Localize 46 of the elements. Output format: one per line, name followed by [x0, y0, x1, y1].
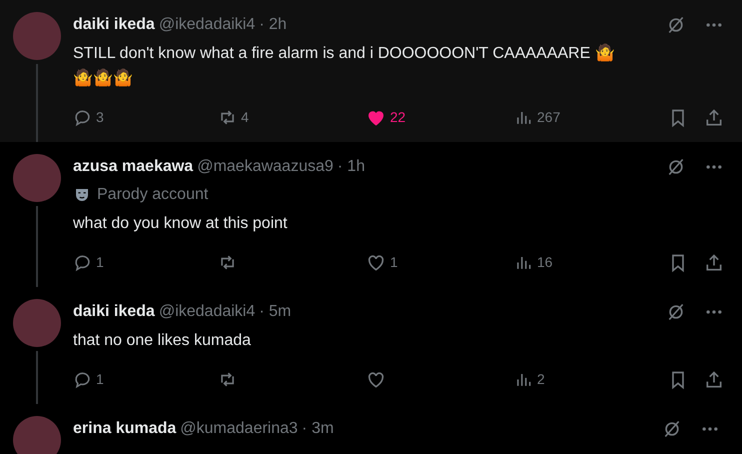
count: 267	[537, 108, 560, 127]
count: 16	[537, 253, 553, 272]
user-handle[interactable]: @ikedadaiki4	[158, 15, 256, 35]
mask-icon	[73, 186, 91, 204]
count: 1	[96, 370, 104, 389]
user-handle[interactable]: @kumadaerina3	[180, 419, 298, 439]
post-time: · 2h	[259, 15, 287, 35]
repost-icon[interactable]	[218, 370, 237, 389]
count: 1	[390, 253, 398, 272]
count: 22	[390, 108, 406, 127]
user-handle[interactable]: @ikedadaiki4	[158, 302, 256, 322]
slashed-circle-icon[interactable]	[666, 157, 686, 177]
share-icon[interactable]	[704, 108, 724, 128]
heart-icon[interactable]	[366, 370, 386, 390]
slashed-circle-icon[interactable]	[666, 302, 686, 322]
avatar	[13, 154, 61, 202]
heart-icon[interactable]	[366, 252, 386, 272]
count: 1	[96, 253, 104, 272]
share-icon[interactable]	[704, 252, 724, 272]
post-text: that no one likes kumada	[73, 331, 252, 351]
post-time: · 3m	[302, 419, 334, 439]
post-text: STILL don't know what a fire alarm is and i DOOOOOON'T CAAAAAARE 🤷 🤷🤷🤷	[73, 42, 616, 89]
user-name[interactable]: daiki ikeda	[73, 15, 155, 35]
parody-label: Parody account	[97, 185, 208, 205]
reply-icon[interactable]	[73, 370, 92, 389]
slashed-circle-icon[interactable]	[662, 419, 682, 439]
user-name[interactable]: azusa maekawa	[73, 157, 194, 177]
avatar	[13, 12, 61, 60]
tweet-card[interactable]: daiki ikeda @ikedadaiki4 · 2h STILL don't know what a fire alarm is and i DOOOOOON'T CAAAAAARE 🤷 🤷🤷🤷 3 4 22 267	[0, 0, 742, 142]
user-name[interactable]: daiki ikeda	[73, 302, 155, 322]
avatar	[13, 416, 61, 454]
slashed-circle-icon[interactable]	[666, 15, 686, 35]
count: 3	[96, 108, 104, 127]
reply-icon[interactable]	[73, 108, 92, 127]
count: 4	[241, 108, 249, 127]
share-icon[interactable]	[704, 370, 724, 390]
user-handle[interactable]: @maekawaazusa9	[197, 157, 334, 177]
repost-icon[interactable]	[218, 253, 237, 272]
post-time: · 5m	[259, 302, 292, 322]
reply-icon[interactable]	[73, 253, 92, 272]
post-time: · 1h	[337, 157, 365, 177]
post-text: what do you know at this point	[73, 214, 288, 234]
avatar	[13, 299, 61, 347]
repost-icon[interactable]	[218, 108, 237, 127]
user-name[interactable]: erina kumada	[73, 419, 176, 439]
count: 2	[537, 370, 545, 389]
